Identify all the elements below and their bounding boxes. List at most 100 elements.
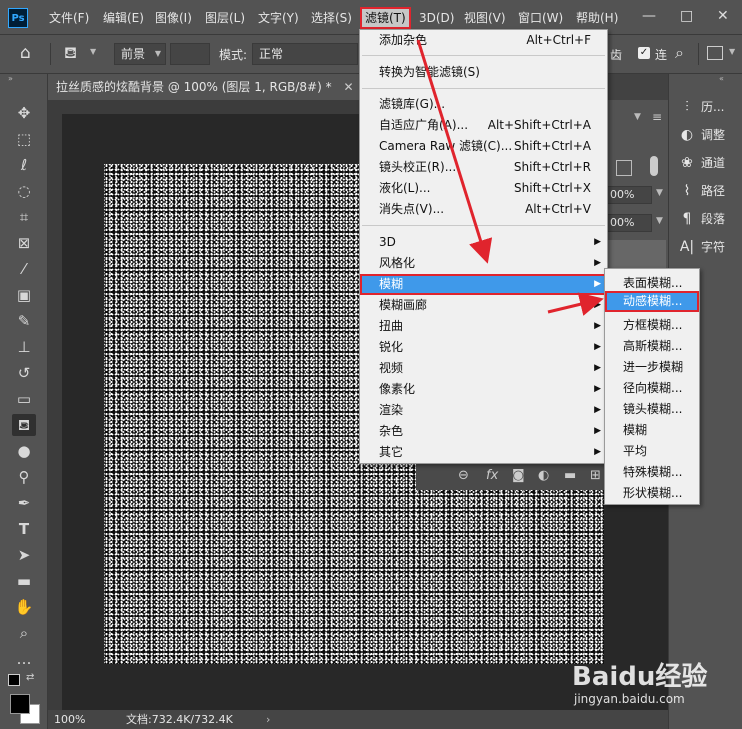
panel-menu-icon[interactable]: ≡ bbox=[652, 110, 662, 124]
link-layers-icon[interactable]: ⊖ bbox=[458, 468, 469, 483]
home-icon[interactable]: ⌂ bbox=[20, 43, 31, 63]
fill-source-select[interactable]: 前景 ▼ bbox=[114, 43, 166, 65]
search-icon[interactable]: ⌕ bbox=[675, 43, 684, 63]
submenu-item-gaussian-blur[interactable]: 高斯模糊... bbox=[605, 336, 699, 357]
dock-paths[interactable]: ⌇ 路径 bbox=[677, 180, 725, 202]
maximize-icon[interactable]: □ bbox=[680, 8, 693, 24]
menu-item-noise[interactable]: 杂色 ▶ bbox=[360, 421, 607, 442]
menu-item-camera-raw[interactable]: Camera Raw 滤镜(C)... Shift+Ctrl+A bbox=[360, 136, 607, 157]
menu-file[interactable]: 文件(F) bbox=[49, 9, 89, 27]
pattern-picker[interactable] bbox=[170, 43, 210, 65]
menu-item-convert-smart-filter[interactable]: 转换为智能滤镜(S) bbox=[360, 62, 607, 83]
layer-mask-icon[interactable]: ◙ bbox=[512, 468, 525, 483]
more-tools-icon[interactable]: … bbox=[12, 648, 36, 670]
minimize-icon[interactable]: — bbox=[642, 8, 656, 24]
pen-tool-icon[interactable]: ✒ bbox=[12, 492, 36, 514]
menu-item-render[interactable]: 渲染 ▶ bbox=[360, 400, 607, 421]
type-tool-icon[interactable]: T bbox=[12, 518, 36, 540]
menu-item-pixelate[interactable]: 像素化 ▶ bbox=[360, 379, 607, 400]
chevron-down-icon[interactable]: ▼ bbox=[656, 188, 663, 198]
blur-tool-icon[interactable]: ● bbox=[12, 440, 36, 462]
path-select-tool-icon[interactable]: ➤ bbox=[12, 544, 36, 566]
lasso-tool-icon[interactable]: ℓ bbox=[12, 154, 36, 176]
collapse-icon[interactable]: » bbox=[8, 74, 13, 83]
history-brush-tool-icon[interactable]: ↺ bbox=[12, 362, 36, 384]
workspace-icon[interactable] bbox=[707, 46, 723, 60]
paint-bucket-tool-icon[interactable]: ⛾ bbox=[12, 414, 36, 436]
submenu-item-blur[interactable]: 模糊 bbox=[605, 420, 699, 441]
menu-item-vanishing-point[interactable]: 消失点(V)... Alt+Ctrl+V bbox=[360, 199, 607, 220]
menu-item-add-noise[interactable]: 添加杂色 Alt+Ctrl+F bbox=[360, 30, 607, 51]
menu-window[interactable]: 窗口(W) bbox=[518, 9, 563, 27]
move-tool-icon[interactable]: ✥ bbox=[12, 102, 36, 124]
rectangle-tool-icon[interactable]: ▬ bbox=[12, 570, 36, 592]
dock-history[interactable]: ⫶ 历... bbox=[677, 96, 724, 118]
close-icon[interactable]: ✕ bbox=[343, 80, 353, 94]
zoom-tool-icon[interactable]: ⌕ bbox=[12, 622, 36, 644]
frame-tool-icon[interactable]: ⊠ bbox=[12, 232, 36, 254]
fill-field[interactable]: 00% bbox=[606, 214, 652, 232]
paint-bucket-icon[interactable]: ⛾ bbox=[64, 43, 77, 64]
submenu-item-motion-blur[interactable]: 动感模糊... bbox=[605, 291, 699, 312]
menu-view[interactable]: 视图(V) bbox=[464, 9, 506, 27]
menu-type[interactable]: 文字(Y) bbox=[258, 9, 299, 27]
menu-layer[interactable]: 图层(L) bbox=[205, 9, 245, 27]
layer-filter-switch[interactable] bbox=[650, 156, 658, 176]
dock-adjustments[interactable]: ◐ 调整 bbox=[677, 124, 725, 146]
opacity-field[interactable]: 00% bbox=[606, 186, 652, 204]
dock-paragraph[interactable]: ¶ 段落 bbox=[677, 208, 725, 230]
chevron-right-icon[interactable]: › bbox=[266, 712, 270, 727]
default-colors-icon[interactable] bbox=[8, 674, 20, 686]
menu-item-distort[interactable]: 扭曲 ▶ bbox=[360, 316, 607, 337]
menu-3d[interactable]: 3D(D) bbox=[419, 9, 454, 27]
close-window-icon[interactable]: ✕ bbox=[717, 8, 729, 24]
menu-item-sharpen[interactable]: 锐化 ▶ bbox=[360, 337, 607, 358]
document-tab[interactable]: 拉丝质感的炫酷背景 @ 100% (图层 1, RGB/8#) * ✕ bbox=[48, 74, 364, 100]
chevron-down-icon[interactable]: ▼ bbox=[729, 47, 735, 56]
quick-select-tool-icon[interactable]: ◌ bbox=[12, 180, 36, 202]
menu-item-liquify[interactable]: 液化(L)... Shift+Ctrl+X bbox=[360, 178, 607, 199]
filter-toggle-icon[interactable] bbox=[616, 160, 632, 176]
menu-item-video[interactable]: 视频 ▶ bbox=[360, 358, 607, 379]
swap-colors-icon[interactable]: ⇄ bbox=[26, 672, 34, 683]
brush-tool-icon[interactable]: ✎ bbox=[12, 310, 36, 332]
menu-item-other[interactable]: 其它 ▶ bbox=[360, 442, 607, 463]
dodge-tool-icon[interactable]: ⚲ bbox=[12, 466, 36, 488]
menu-item-filter-gallery[interactable]: 滤镜库(G)... bbox=[360, 94, 607, 115]
mode-select[interactable]: 正常 bbox=[252, 43, 358, 65]
chevron-down-icon[interactable]: ▼ bbox=[656, 216, 663, 226]
new-layer-icon[interactable]: ⊞ bbox=[590, 468, 601, 483]
group-folder-icon[interactable]: ▬ bbox=[564, 468, 576, 483]
hand-tool-icon[interactable]: ✋ bbox=[12, 596, 36, 618]
crop-tool-icon[interactable]: ⌗ bbox=[12, 206, 36, 228]
adjustment-layer-icon[interactable]: ◐ bbox=[538, 468, 549, 483]
submenu-item-smart-blur[interactable]: 特殊模糊... bbox=[605, 462, 699, 483]
chevron-down-icon[interactable]: ▼ bbox=[90, 47, 96, 56]
submenu-item-blur-more[interactable]: 进一步模糊 bbox=[605, 357, 699, 378]
eyedropper-tool-icon[interactable]: ⁄ bbox=[12, 258, 36, 280]
menu-select[interactable]: 选择(S) bbox=[311, 9, 352, 27]
contiguous-checkbox[interactable]: ✓ bbox=[638, 47, 650, 59]
menu-item-stylize[interactable]: 风格化 ▶ bbox=[360, 253, 607, 274]
menu-help[interactable]: 帮助(H) bbox=[576, 9, 618, 27]
healing-brush-tool-icon[interactable]: ▣ bbox=[12, 284, 36, 306]
dock-channels[interactable]: ❀ 通道 bbox=[677, 152, 725, 174]
submenu-item-shape-blur[interactable]: 形状模糊... bbox=[605, 483, 699, 504]
menu-filter[interactable]: 滤镜(T) bbox=[360, 7, 411, 29]
collapse-icon[interactable]: « bbox=[719, 74, 724, 83]
menu-item-adaptive-wide-angle[interactable]: 自适应广角(A)... Alt+Shift+Ctrl+A bbox=[360, 115, 607, 136]
marquee-tool-icon[interactable]: ⬚ bbox=[12, 128, 36, 150]
dock-character[interactable]: A| 字符 bbox=[677, 236, 725, 258]
zoom-level[interactable]: 100% bbox=[54, 712, 85, 727]
menu-edit[interactable]: 编辑(E) bbox=[103, 9, 144, 27]
clone-stamp-tool-icon[interactable]: ⊥ bbox=[12, 336, 36, 358]
menu-image[interactable]: 图像(I) bbox=[155, 9, 192, 27]
chevron-down-icon[interactable]: ▼ bbox=[634, 112, 641, 122]
menu-item-blur[interactable]: 模糊 ▶ bbox=[360, 274, 607, 295]
submenu-item-radial-blur[interactable]: 径向模糊... bbox=[605, 378, 699, 399]
menu-item-blur-gallery[interactable]: 模糊画廊 ▶ bbox=[360, 295, 607, 316]
submenu-item-average[interactable]: 平均 bbox=[605, 441, 699, 462]
fx-icon[interactable]: fx bbox=[486, 468, 498, 483]
menu-item-3d[interactable]: 3D ▶ bbox=[360, 232, 607, 253]
foreground-color-swatch[interactable] bbox=[10, 694, 30, 714]
